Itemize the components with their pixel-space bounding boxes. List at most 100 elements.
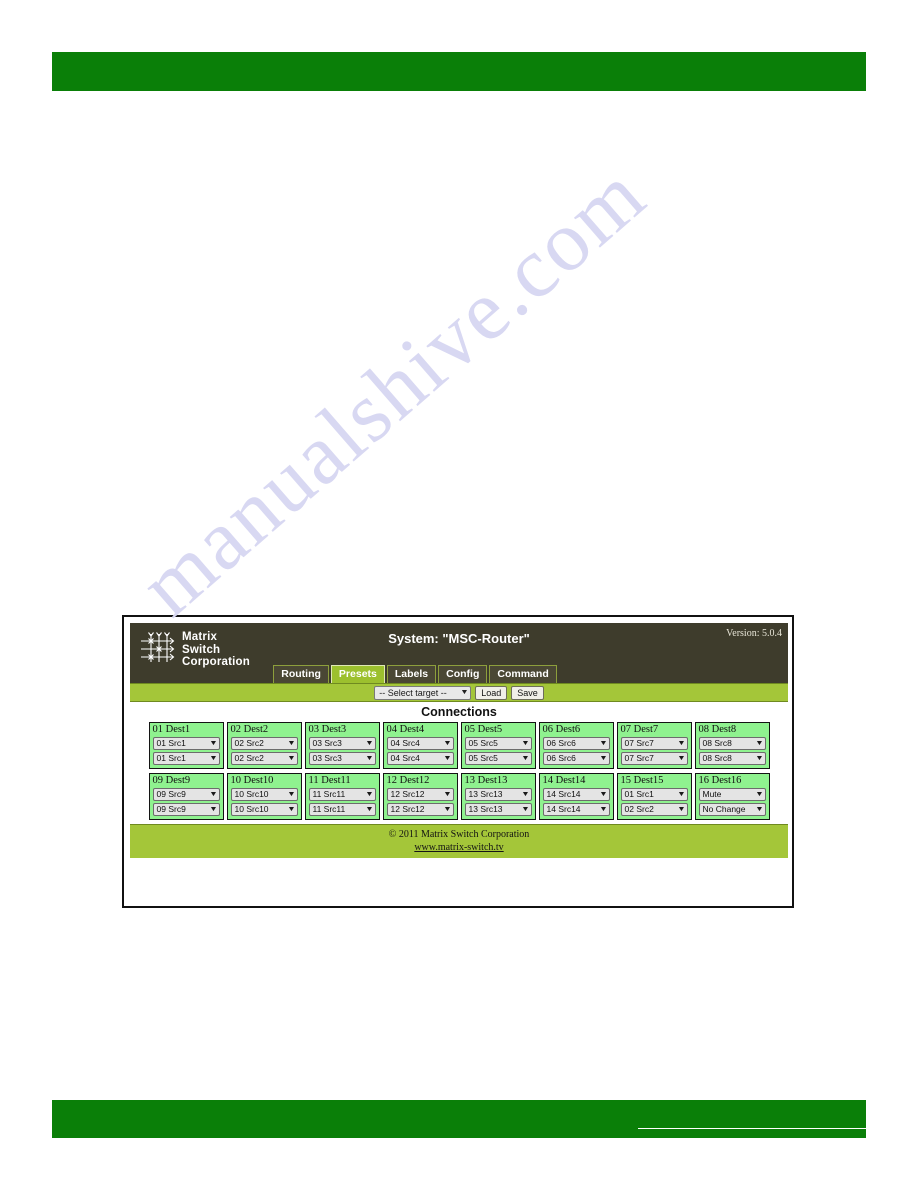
connection-cell: 03 Dest3 03 Src3 ▼ 03 Src3 ▼	[304, 722, 380, 769]
video-source-dropdown[interactable]: 02 Src2 ▼	[230, 737, 298, 750]
video-source-value: 02 Src2	[234, 738, 264, 748]
tab-presets[interactable]: Presets	[330, 665, 385, 683]
audio-source-dropdown[interactable]: 11 Src11 ▼	[308, 803, 376, 816]
audio-source-value: 05 Src5	[468, 753, 498, 763]
chevron-down-icon: ▼	[520, 740, 530, 747]
chevron-down-icon: ▼	[286, 791, 296, 798]
connection-cell: 12 Dest12 12 Src12 ▼ 12 Src12 ▼	[382, 773, 458, 820]
video-source-dropdown[interactable]: 01 Src1 ▼	[620, 788, 688, 801]
website-link[interactable]: www.matrix-switch.tv	[414, 842, 503, 853]
audio-source-dropdown[interactable]: 05 Src5 ▼	[464, 752, 532, 765]
video-source-dropdown[interactable]: 11 Src11 ▼	[308, 788, 376, 801]
video-source-dropdown[interactable]: 07 Src7 ▼	[620, 737, 688, 750]
chevron-down-icon: ▼	[208, 791, 218, 798]
audio-source-value: 08 Src8	[702, 753, 732, 763]
video-source-dropdown[interactable]: 05 Src5 ▼	[464, 737, 532, 750]
audio-source-dropdown[interactable]: 09 Src9 ▼	[152, 803, 220, 816]
app-header: Matrix Switch Corporation System: "MSC-R…	[130, 623, 788, 683]
video-source-dropdown[interactable]: 01 Src1 ▼	[152, 737, 220, 750]
tab-routing[interactable]: Routing	[273, 665, 329, 683]
chevron-down-icon: ▼	[286, 806, 296, 813]
preset-toolbar: -- Select target -- ▼ Load Save	[130, 683, 788, 702]
chevron-down-icon: ▼	[364, 755, 374, 762]
destination-label: 11 Dest11	[308, 775, 351, 786]
video-source-value: 05 Src5	[468, 738, 498, 748]
destination-label: 02 Dest2	[230, 724, 269, 735]
destination-label: 07 Dest7	[620, 724, 659, 735]
audio-source-dropdown[interactable]: 02 Src2 ▼	[230, 752, 298, 765]
audio-source-dropdown[interactable]: 03 Src3 ▼	[308, 752, 376, 765]
audio-source-value: 04 Src4	[390, 753, 420, 763]
audio-source-value: 06 Src6	[546, 753, 576, 763]
video-source-dropdown[interactable]: 10 Src10 ▼	[230, 788, 298, 801]
chevron-down-icon: ▼	[676, 740, 686, 747]
connection-cell: 16 Dest16 Mute ▼ No Change ▼	[694, 773, 770, 820]
version-label: Version: 5.0.4	[726, 628, 782, 639]
destination-label: 10 Dest10	[230, 775, 274, 786]
connection-cell: 02 Dest2 02 Src2 ▼ 02 Src2 ▼	[226, 722, 302, 769]
connection-cell: 07 Dest7 07 Src7 ▼ 07 Src7 ▼	[616, 722, 692, 769]
audio-source-value: 01 Src1	[156, 753, 186, 763]
connection-cell: 01 Dest1 01 Src1 ▼ 01 Src1 ▼	[148, 722, 224, 769]
select-target-dropdown[interactable]: -- Select target -- ▼	[374, 685, 472, 700]
chevron-down-icon: ▼	[520, 806, 530, 813]
chevron-down-icon: ▼	[442, 755, 452, 762]
chevron-down-icon: ▼	[598, 806, 608, 813]
chevron-down-icon: ▼	[442, 791, 452, 798]
destination-label: 16 Dest16	[698, 775, 742, 786]
audio-source-dropdown[interactable]: 08 Src8 ▼	[698, 752, 766, 765]
chevron-down-icon: ▼	[364, 806, 374, 813]
audio-source-value: 12 Src12	[390, 804, 425, 814]
chevron-down-icon: ▼	[460, 688, 470, 696]
select-target-value: -- Select target --	[379, 687, 447, 698]
load-button[interactable]: Load	[475, 685, 508, 700]
video-source-value: 13 Src13	[468, 789, 503, 799]
connection-cell: 09 Dest9 09 Src9 ▼ 09 Src9 ▼	[148, 773, 224, 820]
page-watermark: manualshive.com	[0, 0, 918, 1188]
audio-source-value: 10 Src10	[234, 804, 269, 814]
video-source-value: 04 Src4	[390, 738, 420, 748]
audio-source-dropdown[interactable]: 06 Src6 ▼	[542, 752, 610, 765]
destination-label: 15 Dest15	[620, 775, 664, 786]
video-source-value: 07 Src7	[624, 738, 654, 748]
audio-source-value: No Change	[702, 804, 746, 814]
audio-source-dropdown[interactable]: 04 Src4 ▼	[386, 752, 454, 765]
connections-row: 01 Dest1 01 Src1 ▼ 01 Src1 ▼ 02 Dest2 02…	[130, 722, 788, 769]
video-source-value: 12 Src12	[390, 789, 425, 799]
save-button[interactable]: Save	[511, 685, 544, 700]
video-source-dropdown[interactable]: 08 Src8 ▼	[698, 737, 766, 750]
audio-source-dropdown[interactable]: No Change ▼	[698, 803, 766, 816]
destination-label: 08 Dest8	[698, 724, 737, 735]
video-source-dropdown[interactable]: 04 Src4 ▼	[386, 737, 454, 750]
video-source-dropdown[interactable]: 09 Src9 ▼	[152, 788, 220, 801]
system-title: System: "MSC-Router"	[388, 631, 530, 646]
video-source-dropdown[interactable]: 14 Src14 ▼	[542, 788, 610, 801]
chevron-down-icon: ▼	[520, 755, 530, 762]
video-source-dropdown[interactable]: 06 Src6 ▼	[542, 737, 610, 750]
audio-source-dropdown[interactable]: 02 Src2 ▼	[620, 803, 688, 816]
chevron-down-icon: ▼	[442, 740, 452, 747]
browser-viewport: Matrix Switch Corporation System: "MSC-R…	[130, 623, 788, 902]
tab-labels[interactable]: Labels	[386, 665, 437, 683]
audio-source-dropdown[interactable]: 01 Src1 ▼	[152, 752, 220, 765]
audio-source-dropdown[interactable]: 13 Src13 ▼	[464, 803, 532, 816]
audio-source-dropdown[interactable]: 12 Src12 ▼	[386, 803, 454, 816]
chevron-down-icon: ▼	[286, 740, 296, 747]
video-source-value: 03 Src3	[312, 738, 342, 748]
tab-config[interactable]: Config	[438, 665, 488, 683]
audio-source-value: 09 Src9	[156, 804, 186, 814]
audio-source-dropdown[interactable]: 14 Src14 ▼	[542, 803, 610, 816]
connection-cell: 08 Dest8 08 Src8 ▼ 08 Src8 ▼	[694, 722, 770, 769]
chevron-down-icon: ▼	[598, 740, 608, 747]
video-source-dropdown[interactable]: 13 Src13 ▼	[464, 788, 532, 801]
connections-row: 09 Dest9 09 Src9 ▼ 09 Src9 ▼ 10 Dest10 1…	[130, 773, 788, 820]
connections-panel: Connections 01 Dest1 01 Src1 ▼ 01 Src1 ▼…	[130, 702, 788, 820]
audio-source-dropdown[interactable]: 10 Src10 ▼	[230, 803, 298, 816]
audio-source-dropdown[interactable]: 07 Src7 ▼	[620, 752, 688, 765]
app-footer: © 2011 Matrix Switch Corporation www.mat…	[130, 824, 788, 858]
tab-command[interactable]: Command	[489, 665, 557, 683]
video-source-dropdown[interactable]: Mute ▼	[698, 788, 766, 801]
video-source-dropdown[interactable]: 03 Src3 ▼	[308, 737, 376, 750]
video-source-value: Mute	[702, 789, 722, 799]
video-source-dropdown[interactable]: 12 Src12 ▼	[386, 788, 454, 801]
